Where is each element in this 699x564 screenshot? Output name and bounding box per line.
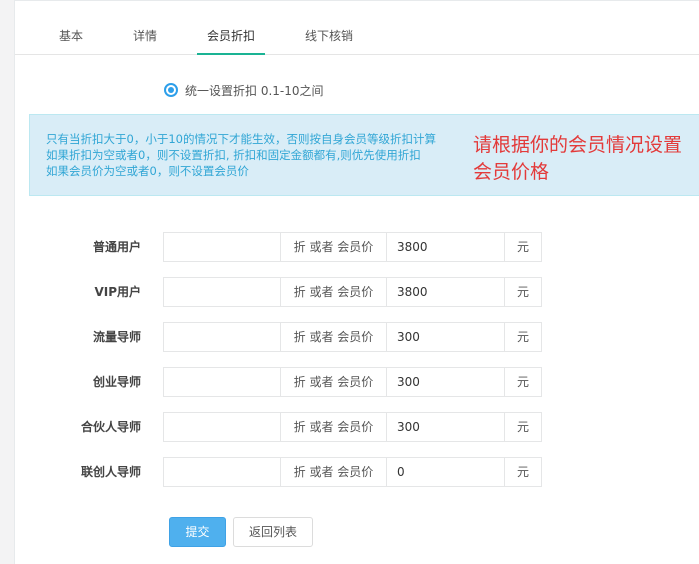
member-price-input[interactable]	[386, 322, 505, 352]
member-row: 普通用户 折 或者 会员价 元	[15, 232, 699, 262]
unit-addon: 元	[504, 232, 542, 262]
member-price-input[interactable]	[386, 457, 505, 487]
member-price-input[interactable]	[386, 277, 505, 307]
info-alert: 只有当折扣大于0，小于10的情况下才能生效，否则按自身会员等级折扣计算 如果折扣…	[29, 114, 699, 196]
discount-input[interactable]	[163, 412, 281, 442]
member-price-input[interactable]	[386, 232, 505, 262]
content-panel: 基本 详情 会员折扣 线下核销 统一设置折扣 0.1-10之间 只有当折扣大于0…	[14, 0, 699, 564]
discount-or-price-addon: 折 或者 会员价	[280, 412, 387, 442]
discount-or-price-addon: 折 或者 会员价	[280, 367, 387, 397]
tab-details[interactable]: 详情	[119, 20, 171, 54]
tab-member-discount[interactable]: 会员折扣	[197, 20, 265, 55]
tab-basic[interactable]: 基本	[45, 20, 97, 54]
discount-input[interactable]	[163, 277, 281, 307]
unit-addon: 元	[504, 412, 542, 442]
top-divider	[15, 0, 699, 1]
unit-addon: 元	[504, 322, 542, 352]
info-line: 如果折扣为空或者0，则不设置折扣, 折扣和固定金额都有,则优先使用折扣	[46, 148, 421, 162]
member-price-input[interactable]	[386, 412, 505, 442]
member-label: 合伙人导师	[80, 420, 141, 434]
discount-or-price-addon: 折 或者 会员价	[280, 277, 387, 307]
discount-or-price-addon: 折 或者 会员价	[280, 232, 387, 262]
submit-button[interactable]: 提交	[169, 517, 226, 547]
member-row: VIP用户 折 或者 会员价 元	[15, 277, 699, 307]
back-to-list-button[interactable]: 返回列表	[233, 517, 313, 547]
discount-or-price-addon: 折 或者 会员价	[280, 457, 387, 487]
info-line: 只有当折扣大于0，小于10的情况下才能生效，否则按自身会员等级折扣计算	[46, 132, 436, 146]
tab-bar: 基本 详情 会员折扣 线下核销	[15, 20, 699, 55]
info-note: 请根据你的会员情况设置会员价格	[473, 134, 683, 183]
info-line: 如果会员价为空或者0，则不设置会员价	[46, 164, 249, 178]
discount-input[interactable]	[163, 367, 281, 397]
discount-mode-label: 统一设置折扣 0.1-10之间	[185, 83, 324, 98]
tab-offline-verify[interactable]: 线下核销	[295, 20, 363, 54]
unit-addon: 元	[504, 367, 542, 397]
member-label: 联创人导师	[80, 465, 141, 479]
discount-mode-option[interactable]: 统一设置折扣 0.1-10之间	[164, 80, 324, 100]
member-price-input[interactable]	[386, 367, 505, 397]
info-lines: 只有当折扣大于0，小于10的情况下才能生效，否则按自身会员等级折扣计算 如果折扣…	[46, 131, 436, 179]
discount-input[interactable]	[163, 232, 281, 262]
member-label: 创业导师	[92, 375, 141, 389]
member-row: 流量导师 折 或者 会员价 元	[15, 322, 699, 352]
member-row: 联创人导师 折 或者 会员价 元	[15, 457, 699, 487]
member-label: 普通用户	[92, 240, 141, 254]
unit-addon: 元	[504, 457, 542, 487]
member-row: 合伙人导师 折 或者 会员价 元	[15, 412, 699, 442]
discount-or-price-addon: 折 或者 会员价	[280, 322, 387, 352]
discount-input[interactable]	[163, 322, 281, 352]
unit-addon: 元	[504, 277, 542, 307]
radio-checked-icon[interactable]	[164, 83, 178, 97]
discount-input[interactable]	[163, 457, 281, 487]
member-row: 创业导师 折 或者 会员价 元	[15, 367, 699, 397]
member-label: 流量导师	[92, 330, 141, 344]
member-label: VIP用户	[94, 285, 141, 299]
